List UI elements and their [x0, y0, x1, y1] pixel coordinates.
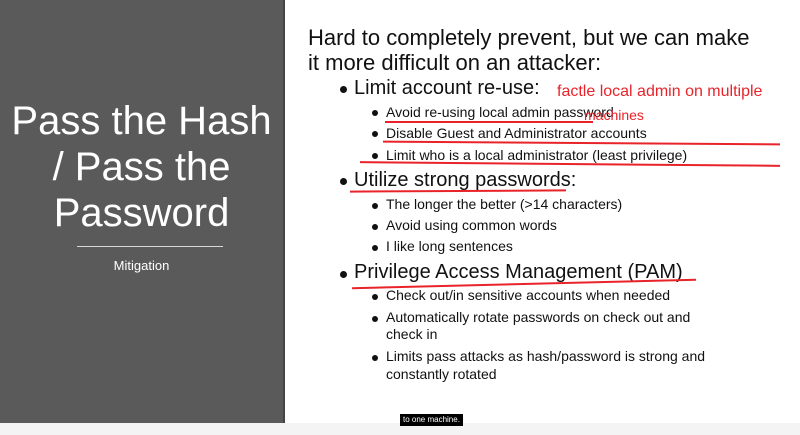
- slide-title-line-1: Pass the Hash: [11, 99, 272, 143]
- list-item-continuation: check in: [386, 326, 438, 342]
- heading-line-2: it more difficult on an attacker:: [308, 50, 602, 75]
- list-item: Automatically rotate passwords on check …: [386, 309, 691, 325]
- section-limit-reuse: Limit account re-use:: [354, 77, 540, 99]
- list-item-continuation: constantly rotated: [386, 366, 497, 382]
- bullet-icon: [372, 316, 378, 322]
- list-item: Check out/in sensitive accounts when nee…: [386, 287, 671, 303]
- annotation-underline: [359, 161, 781, 167]
- slide-title-line-2: / Pass the: [52, 145, 231, 189]
- bullet-icon: [340, 271, 347, 278]
- list-item: Disable Guest and Administrator accounts: [386, 125, 647, 141]
- bullet-icon: [372, 153, 378, 159]
- list-item: Avoid re-using local admin password: [386, 104, 614, 120]
- bullet-icon: [372, 203, 378, 209]
- annotation-underline: [385, 121, 593, 123]
- annotation-underline: [349, 189, 567, 193]
- annotation-text: factle local admin on multiple: [557, 83, 763, 100]
- title-panel: Pass the Hash / Pass the Password Mitiga…: [0, 0, 285, 423]
- section-strong-passwords: Utilize strong passwords:: [354, 169, 577, 191]
- slide-subtitle: Mitigation: [113, 258, 170, 273]
- list-item: I like long sentences: [386, 238, 513, 254]
- list-item: Avoid using common words: [386, 217, 557, 233]
- bullet-icon: [372, 224, 378, 230]
- bullet-icon: [340, 178, 347, 185]
- list-item: The longer the better (>14 characters): [386, 196, 623, 212]
- bullet-icon: [372, 294, 378, 300]
- list-item: Limit who is a local administrator (leas…: [386, 147, 688, 163]
- title-divider: [77, 246, 223, 247]
- bullet-icon: [340, 86, 347, 93]
- list-item: Limits pass attacks as hash/password is …: [386, 348, 706, 364]
- slide-title-line-3: Password: [53, 191, 230, 235]
- bullet-icon: [372, 110, 378, 116]
- bullet-icon: [372, 245, 378, 251]
- bullet-icon: [372, 131, 378, 137]
- bullet-icon: [372, 355, 378, 361]
- annotation-underline: [382, 140, 781, 146]
- video-caption: to one machine.: [400, 414, 463, 426]
- heading-line-1: Hard to completely prevent, but we can m…: [308, 25, 750, 50]
